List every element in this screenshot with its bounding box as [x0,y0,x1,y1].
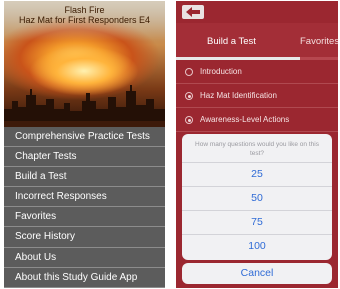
chapter-label: Awareness-Level Actions [200,115,290,124]
top-bar [176,1,338,23]
tab-bar: Build a Test Favorites [176,23,338,57]
menu-item-favorites[interactable]: Favorites [4,207,165,228]
app-subtitle: Haz Mat for First Responders E4 [18,15,151,25]
app-title: Flash Fire [64,5,105,15]
fire-hero-image: Flash Fire Haz Mat for First Responders … [4,1,165,127]
tab-build-a-test[interactable]: Build a Test [207,36,256,47]
city-silhouette [4,85,165,127]
menu-item-build-a-test[interactable]: Build a Test [4,167,165,188]
chapter-label: Introduction [200,67,242,76]
chapter-row[interactable]: Awareness-Level Actions [176,108,338,132]
chapter-label: Haz Mat Identification [200,91,277,100]
option-50[interactable]: 50 [182,186,332,210]
menu-item-about-study-guide[interactable]: About this Study Guide App [4,267,165,288]
build-test-screen: Build a Test Favorites Introduction Haz … [176,1,338,288]
option-25[interactable]: 25 [182,162,332,186]
menu-item-incorrect-responses[interactable]: Incorrect Responses [4,187,165,208]
radio-button[interactable] [185,68,193,76]
menu-item-chapter-tests[interactable]: Chapter Tests [4,147,165,168]
menu-item-comprehensive-practice-tests[interactable]: Comprehensive Practice Tests [4,127,165,148]
chapter-list: Introduction Haz Mat Identification Awar… [176,60,338,132]
back-arrow-icon [186,7,200,17]
main-menu-screen: Flash Fire Haz Mat for First Responders … [4,1,165,288]
main-menu: Comprehensive Practice Tests Chapter Tes… [4,127,165,288]
menu-item-about-us[interactable]: About Us [4,247,165,268]
chapter-row[interactable]: Introduction [176,60,338,84]
tab-favorites[interactable]: Favorites [300,36,338,47]
cancel-button[interactable]: Cancel [182,263,332,284]
radio-button-selected[interactable] [185,92,193,100]
option-75[interactable]: 75 [182,210,332,234]
dialog-message: How many questions would you like on thi… [195,141,319,157]
chapter-row[interactable]: Haz Mat Identification [176,84,338,108]
option-100[interactable]: 100 [182,234,332,258]
radio-button-selected[interactable] [185,116,193,124]
menu-item-score-history[interactable]: Score History [4,227,165,248]
question-count-dialog: How many questions would you like on thi… [182,134,332,260]
back-button[interactable] [182,5,204,19]
